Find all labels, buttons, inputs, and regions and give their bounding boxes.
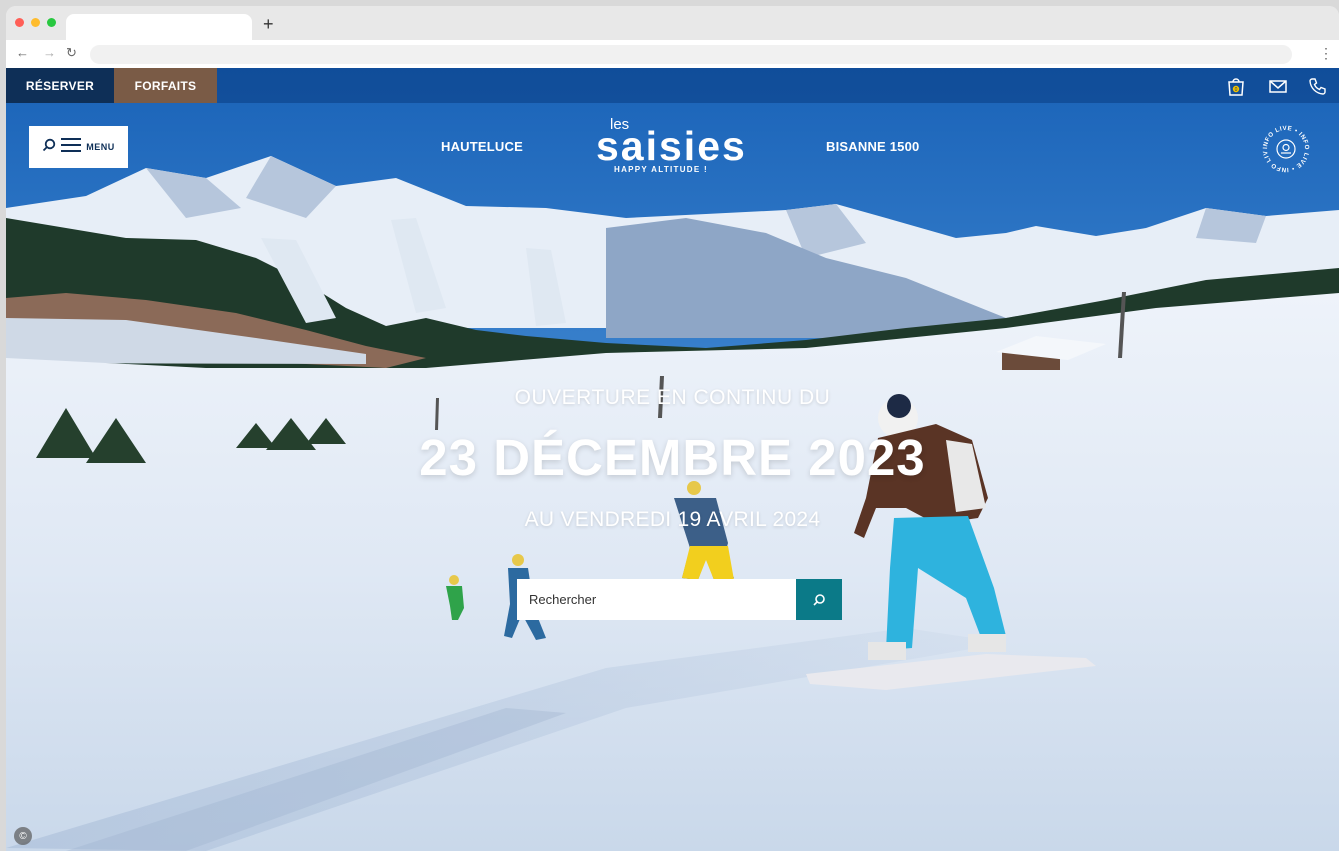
close-window-button[interactable]	[15, 18, 24, 27]
forfaits-button[interactable]: FORFAITS	[114, 68, 217, 103]
info-live-text: INFO LIVE • INFO LIVE • INFO LIVE •	[1256, 116, 1310, 173]
hero-subtitle-bottom: AU VENDREDI 19 AVRIL 2024	[524, 508, 821, 531]
hamburger-icon	[60, 137, 82, 158]
logo-tagline: HAPPY ALTITUDE !	[614, 165, 708, 174]
search-icon	[42, 138, 56, 157]
reload-icon[interactable]: ↻	[66, 46, 77, 60]
cart-count: 0	[1235, 87, 1238, 93]
mail-icon[interactable]	[1268, 76, 1288, 96]
svg-text:INFO LIVE • INFO LIVE • INFO L: INFO LIVE • INFO LIVE • INFO LIVE •	[1258, 121, 1310, 173]
new-tab-button[interactable]: +	[263, 15, 274, 33]
copyright-badge[interactable]: ©	[14, 827, 32, 845]
browser-window: + ← → ↻ ⋮ RÉSERVER FORFAITS 0 MENU HAUTE…	[6, 6, 1339, 851]
site-logo[interactable]: les saisies HAPPY ALTITUDE !	[594, 116, 754, 178]
kebab-menu-icon[interactable]: ⋮	[1319, 45, 1333, 62]
arrow-right-icon[interactable]: →	[43, 46, 56, 60]
location-icon	[1282, 143, 1290, 152]
hero-title: 23 DÉCEMBRE 2023	[419, 429, 926, 486]
maximize-window-button[interactable]	[47, 18, 56, 27]
reserver-button[interactable]: RÉSERVER	[6, 68, 114, 103]
search-icon	[813, 593, 825, 606]
search-button[interactable]	[796, 579, 842, 620]
url-field[interactable]	[90, 45, 1292, 64]
logo-name: saisies	[596, 123, 747, 169]
info-live-button[interactable]: INFO LIVE • INFO LIVE • INFO LIVE •	[1256, 116, 1314, 177]
hero-subtitle-top: OUVERTURE EN CONTINU DU	[514, 386, 831, 409]
search-input[interactable]	[517, 579, 796, 620]
nav-link-hauteluce[interactable]: HAUTELUCE	[441, 139, 523, 154]
shopping-bag-icon[interactable]: 0	[1226, 76, 1246, 96]
phone-icon[interactable]	[1308, 76, 1328, 96]
menu-label: MENU	[86, 142, 115, 152]
browser-tab-bar: +	[6, 6, 1339, 40]
webpage: RÉSERVER FORFAITS 0 MENU HAUTELUCE BISAN…	[6, 68, 1339, 851]
browser-tab-active[interactable]	[66, 14, 252, 40]
nav-link-bisanne-1500[interactable]: BISANNE 1500	[826, 139, 919, 154]
minimize-window-button[interactable]	[31, 18, 40, 27]
menu-button[interactable]: MENU	[29, 126, 128, 168]
browser-address-bar: ← → ↻ ⋮	[6, 40, 1339, 69]
arrow-left-icon[interactable]: ←	[16, 46, 29, 60]
